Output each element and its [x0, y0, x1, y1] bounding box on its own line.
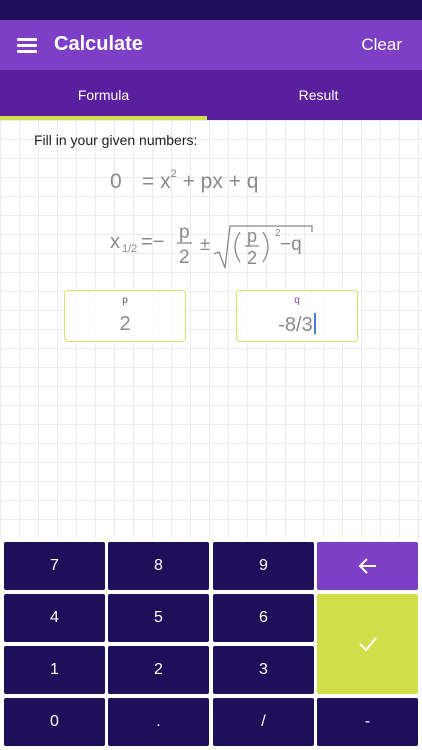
- pq-formula: x 1/2 =− p 2 ± p 2 2 −q: [108, 216, 328, 276]
- clear-button[interactable]: Clear: [361, 35, 402, 55]
- q-label: q: [294, 295, 300, 306]
- p-label: p: [122, 295, 128, 306]
- svg-text:p: p: [179, 222, 190, 243]
- checkmark-icon: [358, 637, 377, 652]
- formula-panel: Fill in your given numbers: 0 = x2 + px …: [0, 120, 422, 538]
- key-9[interactable]: 9: [213, 542, 314, 590]
- app-bar: Calculate Clear: [0, 20, 422, 70]
- q-value: -8/3: [237, 313, 357, 337]
- key-5[interactable]: 5: [108, 594, 209, 642]
- status-bar: [0, 0, 422, 20]
- p-input-field[interactable]: p 2: [64, 290, 186, 342]
- backspace-button[interactable]: [317, 542, 418, 590]
- key-6[interactable]: 6: [213, 594, 314, 642]
- svg-text:1/2: 1/2: [122, 243, 137, 255]
- hamburger-menu-icon[interactable]: [17, 38, 37, 53]
- key-4[interactable]: 4: [4, 594, 105, 642]
- tab-bar: Formula Result: [0, 70, 422, 120]
- svg-text:x: x: [110, 231, 120, 253]
- tab-formula[interactable]: Formula: [0, 70, 207, 120]
- key-decimal[interactable]: .: [108, 698, 209, 746]
- svg-text:=−: =−: [141, 231, 164, 253]
- equation-right: = x2 + px + q: [142, 168, 259, 193]
- key-slash[interactable]: /: [213, 698, 314, 746]
- equation-left: 0: [110, 170, 122, 193]
- key-3[interactable]: 3: [213, 646, 314, 694]
- key-8[interactable]: 8: [108, 542, 209, 590]
- key-2[interactable]: 2: [108, 646, 209, 694]
- svg-text:±: ±: [200, 234, 210, 254]
- page-title: Calculate: [54, 33, 143, 55]
- numeric-keypad: 7 8 9 4 5 6 1 2 3 0 . / -: [0, 538, 422, 750]
- confirm-button[interactable]: [317, 594, 418, 694]
- svg-text:−q: −q: [280, 234, 302, 255]
- p-value: 2: [119, 313, 131, 335]
- q-input-field[interactable]: q -8/3: [236, 290, 358, 342]
- key-7[interactable]: 7: [4, 542, 105, 590]
- svg-text:2: 2: [179, 247, 190, 268]
- key-0[interactable]: 0: [4, 698, 105, 746]
- backspace-arrow-icon: [358, 558, 376, 574]
- key-1[interactable]: 1: [4, 646, 105, 694]
- text-cursor: [313, 313, 316, 334]
- tab-result[interactable]: Result: [215, 70, 422, 120]
- svg-text:p: p: [247, 226, 257, 246]
- svg-text:2: 2: [247, 248, 257, 268]
- instruction-text: Fill in your given numbers:: [34, 132, 198, 148]
- key-minus[interactable]: -: [317, 698, 418, 746]
